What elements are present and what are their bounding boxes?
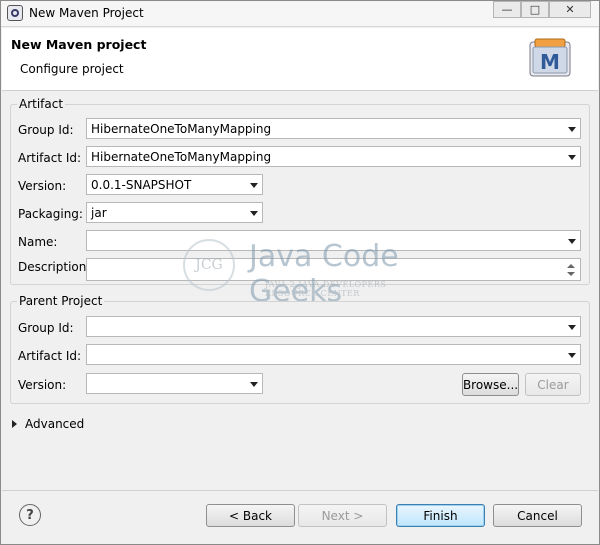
parent-version-label: Version: <box>18 378 67 392</box>
chevron-down-icon[interactable] <box>250 382 258 387</box>
packaging-value: jar <box>91 206 107 220</box>
chevron-down-icon[interactable] <box>250 211 258 216</box>
maven-icon: M <box>529 38 571 77</box>
packaging-combo[interactable]: jar <box>86 202 263 223</box>
artifact-id-combo[interactable]: HibernateOneToManyMapping <box>86 146 581 167</box>
parent-artifact-id-combo[interactable] <box>86 344 581 365</box>
maximize-button[interactable]: □ <box>521 1 549 18</box>
minimize-button[interactable]: — <box>493 1 521 18</box>
chevron-down-icon[interactable] <box>568 325 576 330</box>
window-title: New Maven Project <box>29 6 144 20</box>
scroll-up-icon[interactable] <box>567 264 575 268</box>
packaging-label: Packaging: <box>18 207 83 221</box>
page-title: New Maven project <box>11 37 147 52</box>
version-combo[interactable]: 0.0.1-SNAPSHOT <box>86 174 263 195</box>
chevron-down-icon[interactable] <box>250 183 258 188</box>
cancel-button[interactable]: Cancel <box>493 504 582 527</box>
advanced-toggle[interactable]: Advanced <box>12 417 84 431</box>
chevron-right-icon[interactable] <box>12 420 17 428</box>
scroll-down-icon[interactable] <box>567 272 575 276</box>
help-icon[interactable]: ? <box>19 504 41 526</box>
parent-legend: Parent Project <box>19 294 103 308</box>
browse-button[interactable]: Browse... <box>462 373 519 396</box>
description-label: Description: <box>18 260 91 274</box>
eclipse-icon <box>7 5 23 21</box>
next-button[interactable]: Next > <box>298 504 387 527</box>
group-id-combo[interactable]: HibernateOneToManyMapping <box>86 118 581 139</box>
artifact-id-label: Artifact Id: <box>18 151 82 165</box>
version-value: 0.0.1-SNAPSHOT <box>91 178 192 192</box>
finish-button[interactable]: Finish <box>396 504 485 527</box>
clear-button[interactable]: Clear <box>525 373 581 396</box>
back-button[interactable]: < Back <box>206 504 295 527</box>
chevron-down-icon[interactable] <box>568 353 576 358</box>
advanced-label: Advanced <box>25 417 85 431</box>
watermark-logo: JCG <box>183 239 235 291</box>
chevron-down-icon[interactable] <box>568 239 576 244</box>
name-label: Name: <box>18 235 58 249</box>
version-label: Version: <box>18 179 67 193</box>
chevron-down-icon[interactable] <box>568 127 576 132</box>
page-subtitle: Configure project <box>20 62 124 76</box>
watermark: JCG Java Code Geeks JAVA 2 JAVA DEVELOPE… <box>179 233 439 309</box>
title-bar: New Maven Project — □ ✕ <box>1 1 599 27</box>
artifact-legend: Artifact <box>19 97 64 111</box>
svg-text:M: M <box>540 50 560 74</box>
parent-group-id-combo[interactable] <box>86 316 581 337</box>
window-controls: — □ ✕ <box>493 1 591 19</box>
footer-divider <box>2 490 598 491</box>
group-id-value: HibernateOneToManyMapping <box>91 122 272 136</box>
parent-version-combo[interactable] <box>86 373 263 394</box>
parent-artifact-id-label: Artifact Id: <box>18 349 82 363</box>
artifact-id-value: HibernateOneToManyMapping <box>91 150 272 164</box>
close-button[interactable]: ✕ <box>549 1 591 18</box>
dialog-window: New Maven Project — □ ✕ New Maven projec… <box>0 0 600 545</box>
parent-group-id-label: Group Id: <box>18 321 74 335</box>
chevron-down-icon[interactable] <box>568 155 576 160</box>
wizard-banner: New Maven project Configure project M <box>2 28 598 91</box>
group-id-label: Group Id: <box>18 123 74 137</box>
